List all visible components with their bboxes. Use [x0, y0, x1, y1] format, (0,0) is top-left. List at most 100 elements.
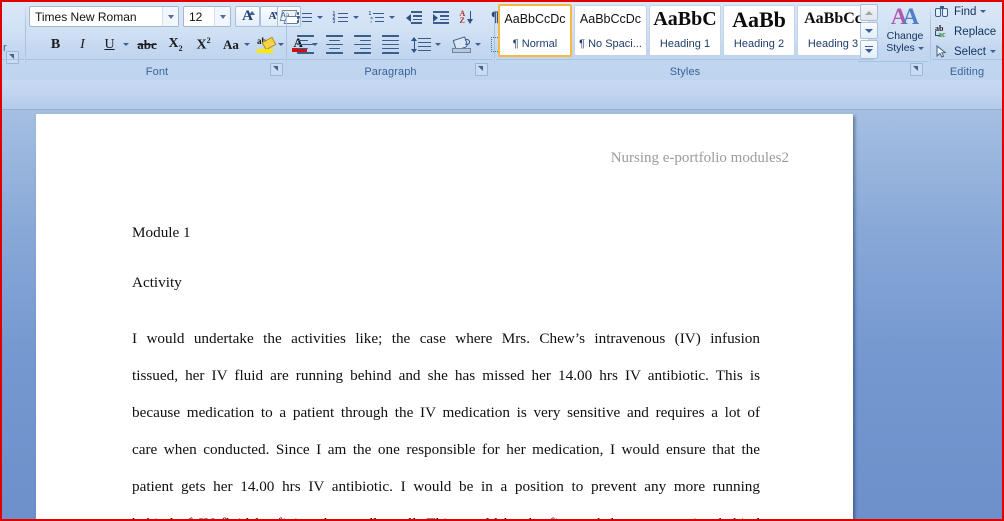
- replace-icon: ab ac: [935, 24, 946, 39]
- font-name-value: Times New Roman: [35, 9, 137, 24]
- line-spacing-dropdown-arrow[interactable]: [432, 33, 444, 56]
- change-case-dropdown-arrow[interactable]: [241, 33, 253, 56]
- style-preview-no-spacing: AaBbCcDc: [579, 12, 642, 26]
- font-dialog-launcher[interactable]: [270, 63, 283, 76]
- shading-button[interactable]: [448, 33, 474, 56]
- increase-indent-button[interactable]: [428, 6, 453, 28]
- subscript-button[interactable]: X2: [162, 33, 189, 56]
- doc-paragraph-line: I would undertake the activities like; t…: [132, 320, 760, 357]
- doc-paragraph-line: because medication to a patient through …: [132, 394, 760, 431]
- style-tile-normal[interactable]: AaBbCcDc ¶ Normal: [498, 4, 572, 57]
- bold-button[interactable]: B: [43, 33, 68, 56]
- styles-scroll-down-button[interactable]: [860, 22, 878, 39]
- align-left-button[interactable]: [292, 33, 319, 56]
- ruler-bar[interactable]: [2, 80, 1002, 110]
- doc-line-module: Module 1: [132, 224, 191, 241]
- grow-font-arrow-icon: [249, 11, 255, 15]
- change-styles-bottom-rule: [858, 61, 928, 62]
- font-name-combo[interactable]: Times New Roman: [29, 6, 179, 27]
- sort-button[interactable]: A Z: [456, 6, 481, 28]
- align-right-button[interactable]: [349, 33, 376, 56]
- cursor-arrow-icon: [935, 44, 950, 58]
- style-name-normal: ¶ Normal: [512, 38, 558, 50]
- document-body[interactable]: Module 1 Activity I would undertake the …: [132, 202, 760, 519]
- text-highlight-color-button[interactable]: ab: [253, 32, 277, 56]
- more-bar-icon: [865, 45, 873, 48]
- clipboard-group-partial: r: [2, 2, 24, 80]
- underline-button[interactable]: U: [97, 33, 122, 56]
- doc-paragraph-line-text: I would undertake the activities like; t…: [132, 330, 760, 347]
- styles-scroll-up-button[interactable]: [860, 4, 878, 21]
- doc-line-activity: Activity: [132, 274, 182, 291]
- numbering-button[interactable]: 1 2 3: [328, 6, 352, 28]
- doc-paragraph: I would undertake the activities like; t…: [132, 320, 760, 519]
- underline-dropdown-arrow[interactable]: [120, 33, 132, 56]
- select-label: Select: [954, 45, 986, 58]
- line-spacing-icon: [411, 36, 431, 53]
- clipboard-dialog-launcher[interactable]: [6, 51, 19, 64]
- styles-more-button[interactable]: [860, 40, 878, 59]
- change-styles-button[interactable]: AA Change Styles: [880, 4, 930, 59]
- italic-button[interactable]: I: [70, 33, 95, 56]
- style-name-heading-1: Heading 1: [659, 38, 711, 50]
- replace-button[interactable]: ab ac Replace: [932, 22, 1002, 41]
- strikethrough-button[interactable]: abc: [133, 33, 161, 56]
- center-button[interactable]: [321, 33, 348, 56]
- bullets-button[interactable]: [292, 6, 316, 28]
- bullets-dropdown-arrow[interactable]: [314, 6, 326, 28]
- document-header-text: Nursing e-portfolio modules2: [610, 150, 789, 166]
- style-name-heading-3: Heading 3: [807, 38, 859, 50]
- group-separator-styles-editing: [930, 5, 931, 69]
- change-case-icon: Aa: [223, 37, 239, 52]
- select-dropdown-arrow[interactable]: [989, 50, 996, 53]
- font-size-value: 12: [189, 9, 203, 24]
- multilevel-list-dropdown-arrow[interactable]: [386, 6, 398, 28]
- numbering-dropdown-arrow[interactable]: [350, 6, 362, 28]
- styles-gallery-scroll: [860, 4, 878, 59]
- style-tile-heading-1[interactable]: AaBbC Heading 1: [649, 5, 721, 56]
- strikethrough-icon: abc: [137, 37, 157, 52]
- style-tile-no-spacing[interactable]: AaBbCcDc ¶ No Spaci...: [574, 5, 647, 56]
- style-preview-heading-1: AaBbC: [653, 8, 717, 30]
- editing-group-label: Editing: [949, 66, 985, 78]
- find-button[interactable]: Find: [932, 2, 1002, 21]
- style-tile-heading-3[interactable]: AaBbCc Heading 3: [797, 5, 869, 56]
- paragraph-dialog-launcher[interactable]: [475, 63, 488, 76]
- doc-paragraph-line: behind of IV fluid by fixing the needle …: [132, 505, 760, 519]
- chevron-down-icon: [865, 28, 873, 33]
- style-tile-heading-2[interactable]: AaBb Heading 2: [723, 5, 795, 56]
- cursor-arrow-svg: [936, 44, 947, 58]
- style-name-heading-2: Heading 2: [733, 38, 785, 50]
- superscript-button[interactable]: X2: [190, 33, 217, 56]
- font-name-dropdown-arrow[interactable]: [162, 7, 178, 26]
- multilevel-list-button[interactable]: 1 a i: [364, 6, 388, 28]
- font-group-label: Font: [145, 66, 169, 78]
- editing-group: Find ab ac Replace Select Editing: [932, 2, 1002, 80]
- paint-bucket-icon: [451, 35, 471, 53]
- subscript-icon: X2: [168, 35, 183, 53]
- grow-font-button[interactable]: A: [235, 6, 260, 27]
- shading-dropdown-arrow[interactable]: [472, 33, 484, 56]
- document-page[interactable]: Nursing e-portfolio modules2 Module 1 Ac…: [36, 114, 853, 519]
- decrease-indent-button[interactable]: [401, 6, 426, 28]
- font-size-combo[interactable]: 12: [183, 6, 231, 27]
- change-styles-label-line2: Styles: [880, 42, 930, 54]
- chevron-down-more-icon: [865, 49, 873, 54]
- document-workspace: Nursing e-portfolio modules2 Module 1 Ac…: [2, 110, 1002, 519]
- paragraph-group-bottom-rule: [288, 59, 493, 60]
- justify-button[interactable]: [377, 33, 404, 56]
- decrease-indent-icon: [405, 11, 422, 24]
- font-group-bottom-rule: [26, 59, 288, 60]
- doc-paragraph-line: care when conducted. Since I am the one …: [132, 431, 760, 468]
- align-left-icon: [297, 35, 314, 54]
- style-name-no-spacing: ¶ No Spaci...: [579, 38, 642, 50]
- styles-dialog-launcher[interactable]: [910, 63, 923, 76]
- font-size-dropdown-arrow[interactable]: [214, 7, 230, 26]
- styles-group-bottom-rule: [496, 59, 874, 60]
- line-spacing-button[interactable]: [408, 33, 434, 56]
- doc-paragraph-line-text: because medication to a patient through …: [132, 404, 760, 421]
- find-dropdown-arrow[interactable]: [980, 10, 987, 13]
- editing-group-bottom-rule: [932, 59, 1002, 60]
- doc-paragraph-line-text: patient gets her 14.00 hrs IV antibiotic…: [132, 478, 760, 495]
- justify-icon: [382, 35, 399, 54]
